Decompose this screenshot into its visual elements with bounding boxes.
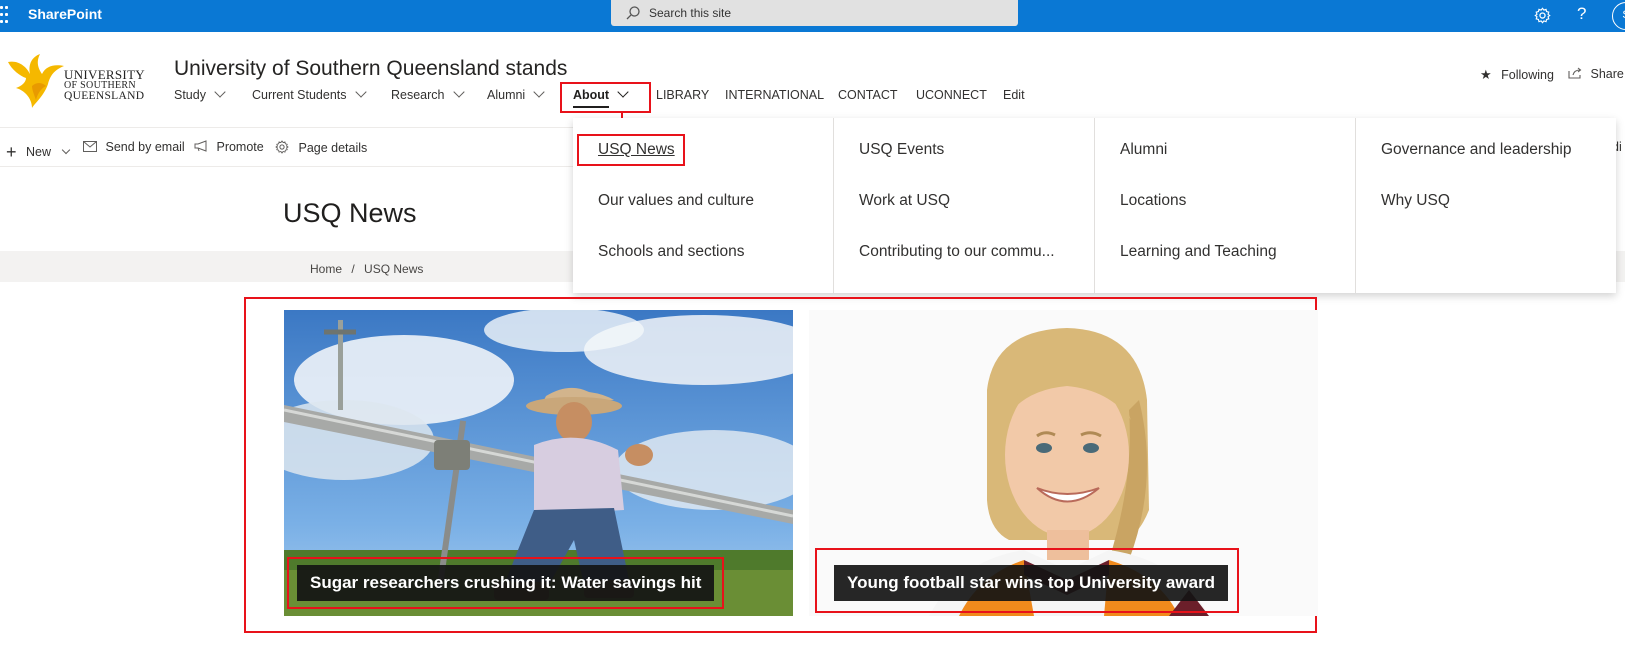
send-by-email-button[interactable]: Send by email [83,140,185,154]
highlight-caption-football [815,548,1239,613]
app-name[interactable]: SharePoint [28,6,102,22]
logo-line-3: QUEENSLAND [64,90,145,102]
breadcrumb: Home / USQ News [310,262,423,276]
search-icon [626,6,640,20]
logo-text: UNIVERSITY OF SOUTHERN QUEENSLAND [64,67,145,102]
promote-label: Promote [216,140,264,154]
chevron-down-icon [61,145,70,155]
phoenix-logo-icon [8,54,64,108]
avatar[interactable]: S [1612,2,1625,30]
menu-item-locations[interactable]: Locations [1120,192,1186,210]
following-button[interactable]: ★ Following [1480,67,1554,83]
nav-label: Research [391,88,445,102]
about-mega-menu: USQ News Our values and culture Schools … [573,118,1616,293]
menu-item-contributing[interactable]: Contributing to our commu... [859,243,1055,261]
divider [0,166,573,167]
menu-item-values-culture[interactable]: Our values and culture [598,192,754,210]
usq-logo[interactable]: UNIVERSITY OF SOUTHERN QUEENSLAND [6,52,152,108]
menu-item-schools-sections[interactable]: Schools and sections [598,243,744,261]
nav-current-students[interactable]: Current Students [252,86,367,102]
menu-item-why-usq[interactable]: Why USQ [1381,192,1450,210]
nav-research[interactable]: Research [391,86,465,102]
highlight-usq-news [577,134,685,166]
nav-uconnect[interactable]: UCONNECT [916,88,987,102]
mega-column-2: USQ Events Work at USQ Contributing to o… [834,118,1095,293]
share-label: Share [1590,67,1624,81]
page-details-label: Page details [298,141,368,155]
settings-gear-icon [275,140,289,154]
divider [0,127,573,128]
settings-gear-icon[interactable] [1534,7,1551,24]
mail-icon [83,141,97,152]
suite-bar: SharePoint Search this site ? S [0,0,1625,32]
search-placeholder: Search this site [649,6,732,20]
chevron-down-icon [214,86,226,98]
megaphone-icon [194,140,207,152]
promote-button[interactable]: Promote [194,140,264,154]
star-icon: ★ [1480,67,1492,82]
nav-label: Study [174,88,206,102]
share-icon [1568,67,1582,79]
menu-item-work-at-usq[interactable]: Work at USQ [859,192,950,210]
chevron-down-icon [452,86,465,98]
page-details-button[interactable]: Page details [275,140,367,155]
menu-item-alumni[interactable]: Alumni [1120,141,1167,159]
new-button[interactable]: + New [6,140,70,162]
nav-contact[interactable]: CONTACT [838,88,898,102]
plus-icon: + [6,142,17,162]
logo-line-1: UNIVERSITY [64,67,145,82]
help-icon[interactable]: ? [1577,4,1586,24]
following-label: Following [1501,68,1554,82]
send-label: Send by email [105,140,185,154]
menu-item-learning-teaching[interactable]: Learning and Teaching [1120,243,1277,261]
search-box[interactable]: Search this site [611,0,1018,26]
page-title: USQ News [283,198,417,228]
app-launcher-icon[interactable] [0,6,10,26]
menu-item-usq-events[interactable]: USQ Events [859,141,944,159]
highlight-about [560,82,651,113]
nav-international[interactable]: INTERNATIONAL [725,88,824,102]
breadcrumb-current[interactable]: USQ News [364,262,423,276]
site-title[interactable]: University of Southern Queensland stands [174,57,567,81]
new-label: New [26,145,52,159]
mega-column-4: Governance and leadership Why USQ [1356,118,1616,293]
nav-edit[interactable]: Edit [1003,88,1025,102]
chevron-down-icon [354,86,367,98]
nav-study[interactable]: Study [174,86,226,102]
mega-column-3: Alumni Locations Learning and Teaching [1095,118,1356,293]
breadcrumb-separator: / [351,262,355,276]
nav-label: Current Students [252,88,347,102]
breadcrumb-home[interactable]: Home [310,262,342,276]
nav-library[interactable]: LIBRARY [656,88,709,102]
highlight-caption-sugar [287,557,724,609]
menu-item-governance[interactable]: Governance and leadership [1381,141,1571,159]
chevron-down-icon [533,86,545,98]
nav-label: Alumni [487,88,526,102]
nav-alumni[interactable]: Alumni [487,86,545,102]
share-button[interactable]: Share [1568,67,1624,81]
